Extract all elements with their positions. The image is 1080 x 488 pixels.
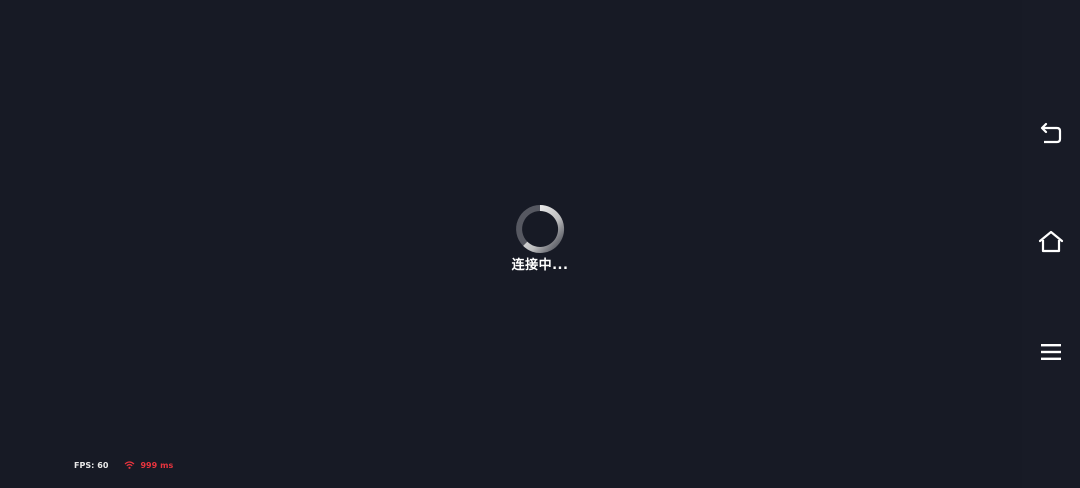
menu-button[interactable] xyxy=(1031,332,1071,372)
home-icon xyxy=(1038,230,1064,253)
network-stats: FPS: 60 999 ms xyxy=(74,459,173,471)
fps-indicator: FPS: 60 xyxy=(74,461,108,470)
ping-unit: ms xyxy=(160,460,174,470)
side-navigation-bar xyxy=(1022,0,1080,488)
back-button[interactable] xyxy=(1031,114,1071,154)
back-icon xyxy=(1040,122,1062,144)
fps-value: 60 xyxy=(97,460,109,470)
stream-screen: 连接中... FPS: 60 999 ms xyxy=(0,0,1080,488)
wifi-icon xyxy=(125,461,135,469)
loading-status-text: 连接中... xyxy=(511,258,569,273)
ping-indicator: 999 ms xyxy=(124,461,173,470)
ping-value: 999 xyxy=(140,460,158,470)
fps-label: FPS: xyxy=(74,460,95,470)
home-button[interactable] xyxy=(1031,222,1071,262)
loading-spinner-icon xyxy=(516,204,565,253)
menu-icon xyxy=(1041,344,1061,360)
loading-overlay: 连接中... xyxy=(0,0,1080,488)
